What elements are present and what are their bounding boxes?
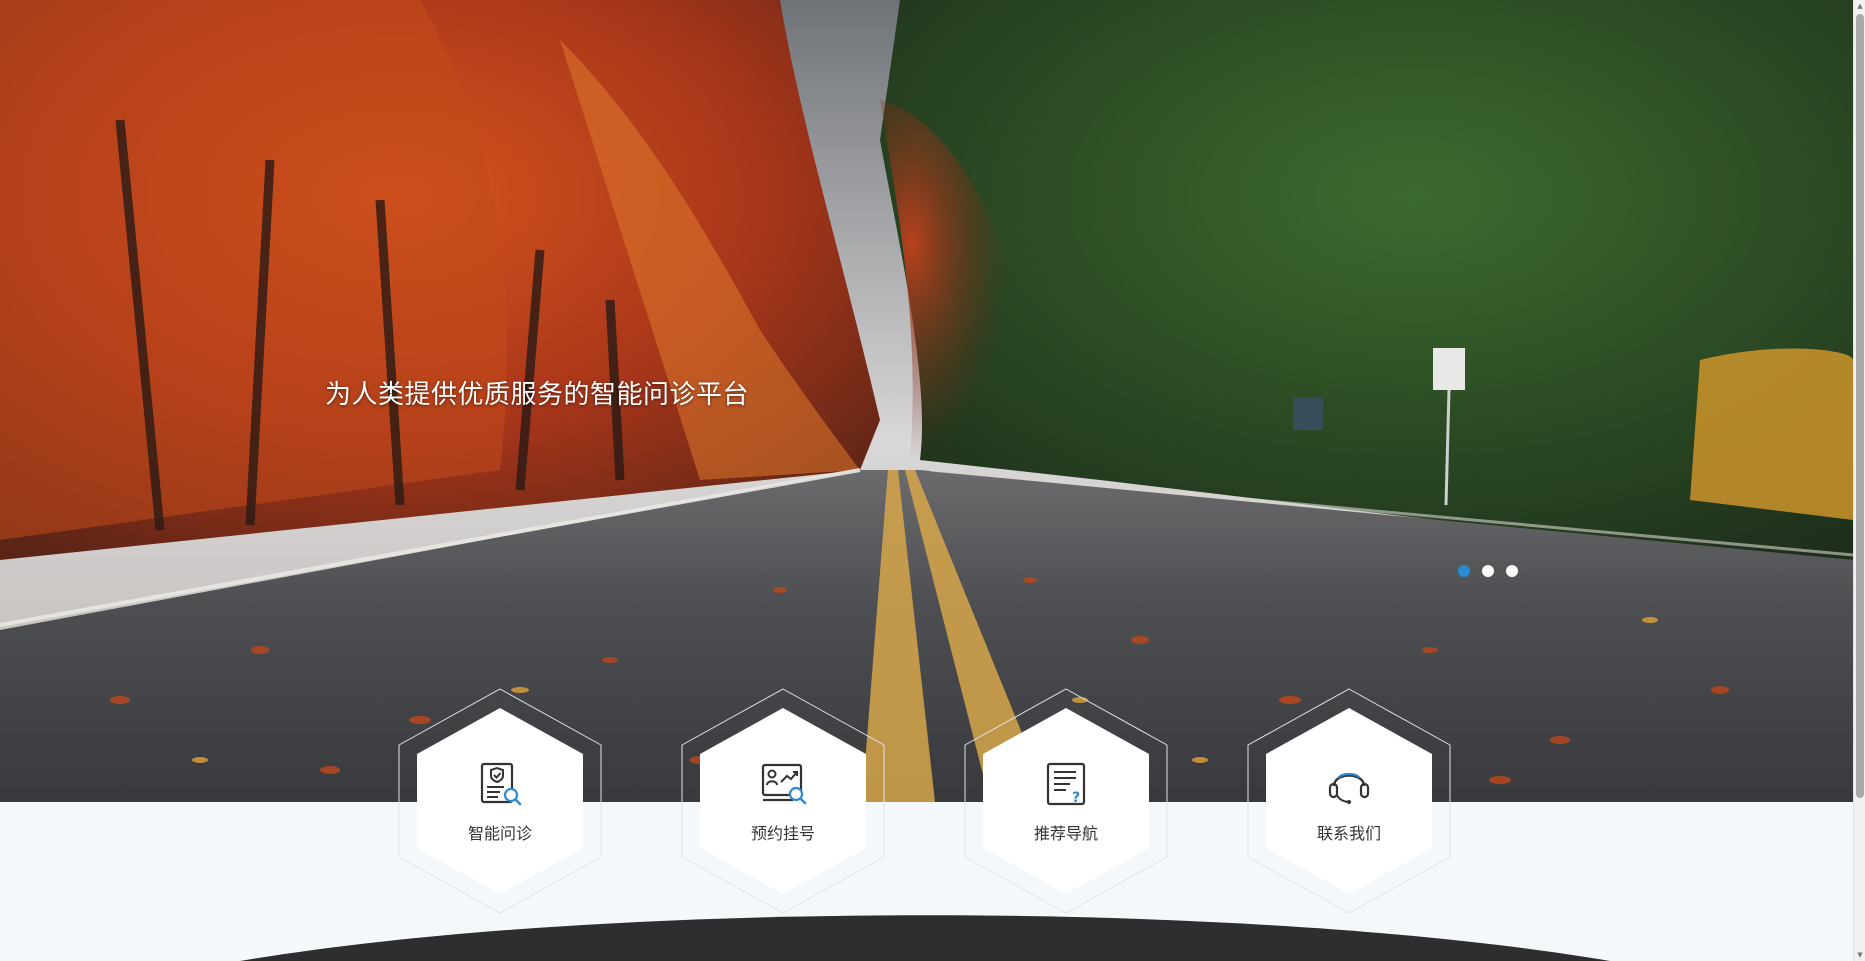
scroll-down-arrow-icon[interactable]: ▼ — [1854, 949, 1865, 961]
svg-text:?: ? — [1072, 790, 1080, 806]
carousel-indicators — [1458, 565, 1518, 577]
scrollbar-thumb[interactable] — [1856, 14, 1864, 798]
hero-title: 为人类提供优质服务的智能问诊平台 — [325, 380, 750, 410]
feature-label: 智能问诊 — [467, 824, 532, 843]
feature-appointment[interactable]: 预约挂号 — [681, 688, 885, 914]
document-question-icon: ? — [1046, 762, 1086, 806]
scroll-up-arrow-icon[interactable]: ▲ — [1854, 0, 1865, 12]
feature-smart-consultation[interactable]: 智能问诊 — [398, 688, 602, 914]
footer-arc-decoration — [240, 915, 1610, 961]
medical-report-search-icon — [480, 762, 522, 806]
feature-label: 推荐导航 — [1033, 824, 1098, 843]
page-scrollbar[interactable]: ▲ ▼ — [1853, 0, 1865, 961]
carousel-dot-1[interactable] — [1458, 565, 1470, 577]
feature-recommend-navigation[interactable]: ? 推荐导航 — [964, 688, 1168, 914]
feature-contact-us[interactable]: 联系我们 — [1247, 688, 1451, 914]
carousel-dot-3[interactable] — [1506, 565, 1518, 577]
headset-icon — [1328, 772, 1370, 804]
carousel-dot-2[interactable] — [1482, 565, 1494, 577]
hero-background-image — [0, 0, 1853, 802]
feature-label: 联系我们 — [1316, 824, 1381, 843]
hero-banner: 为人类提供优质服务的智能问诊平台 — [0, 0, 1853, 802]
appointment-monitor-search-icon — [761, 763, 807, 805]
feature-label: 预约挂号 — [750, 824, 815, 843]
